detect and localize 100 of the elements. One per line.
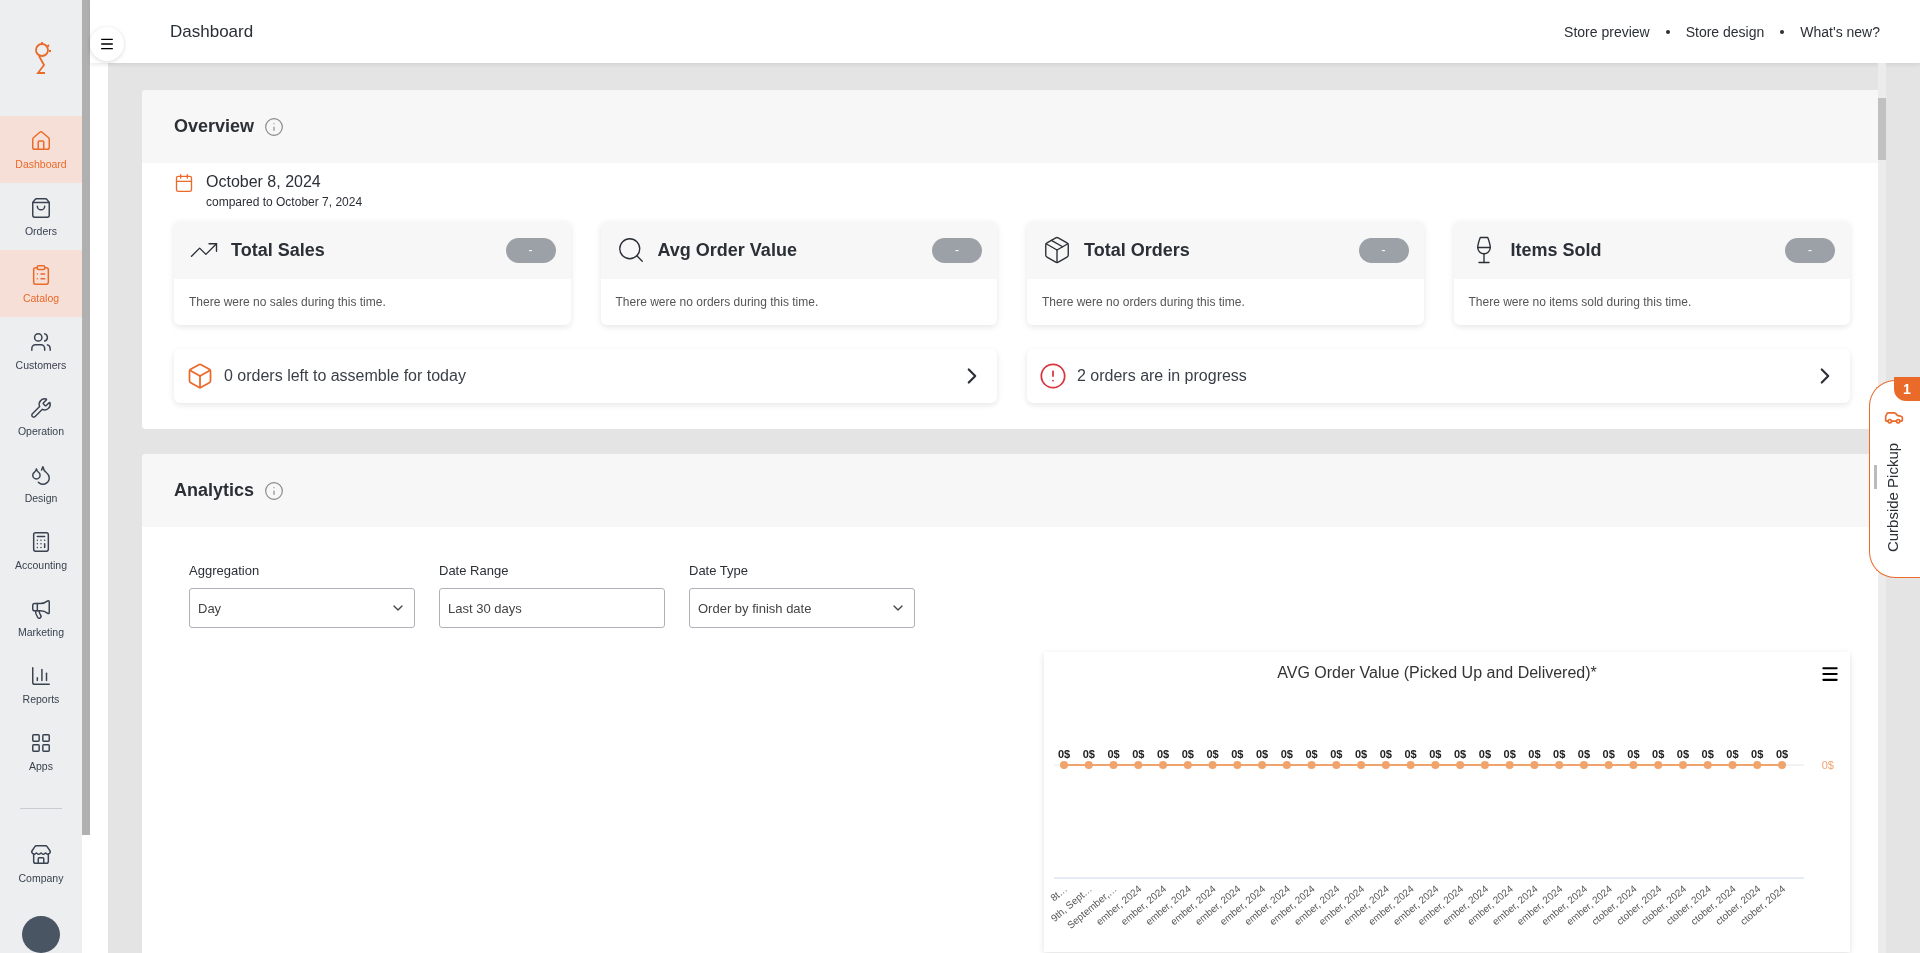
stat-badge: - xyxy=(505,237,556,263)
avatar[interactable] xyxy=(22,915,60,953)
droplets-icon xyxy=(30,464,52,487)
data-label: 0$ xyxy=(1676,748,1690,760)
order-alert[interactable]: 0 orders left to assemble for today xyxy=(174,349,997,403)
data-point xyxy=(1629,761,1638,769)
count-badge: 1 xyxy=(1894,377,1920,401)
data-label: 0$ xyxy=(1379,748,1392,760)
data-label: 0$ xyxy=(1652,748,1665,760)
scrollbar-thumb[interactable] xyxy=(1878,98,1886,160)
data-label: 0$ xyxy=(1255,748,1269,760)
data-point xyxy=(1109,761,1118,769)
chart-menu-button[interactable] xyxy=(1820,664,1840,684)
filter-label: Aggregation xyxy=(189,563,261,578)
data-point xyxy=(1703,761,1712,769)
megaphone-icon xyxy=(30,598,52,621)
nav-item[interactable]: Marketing xyxy=(0,584,82,652)
info-icon[interactable] xyxy=(264,116,285,137)
data-label: 0$ xyxy=(1751,748,1764,760)
nav-item[interactable]: Accounting xyxy=(0,517,82,585)
alert-icon xyxy=(1039,362,1067,390)
data-label: 0$ xyxy=(1181,748,1194,760)
input-field[interactable]: Last 30 days xyxy=(439,588,665,628)
nav-item[interactable]: Apps xyxy=(0,718,82,786)
order-alert[interactable]: 2 orders are in progress xyxy=(1027,349,1850,403)
curbside-label: Curbside Pickup xyxy=(1883,441,1901,555)
data-label: 0$ xyxy=(1082,748,1095,760)
select-field[interactable]: Order by finish date xyxy=(689,588,915,628)
data-label: 0$ xyxy=(1280,748,1293,760)
stat-message: There were no sales during this time. xyxy=(188,294,387,311)
nav-item[interactable]: Operation xyxy=(0,384,82,451)
bag-icon xyxy=(30,196,52,219)
top-link[interactable]: What's new? xyxy=(1800,23,1880,40)
data-point xyxy=(1282,761,1291,769)
filter-label: Date Range xyxy=(439,563,510,578)
stat-message: There were no items sold during this time. xyxy=(1467,294,1693,311)
data-label: 0$ xyxy=(1057,748,1071,760)
data-point xyxy=(1654,761,1663,769)
stat-message: There were no orders during this time. xyxy=(1041,294,1246,311)
stat-title: Total Orders xyxy=(1084,239,1191,261)
data-label: 0$ xyxy=(1107,748,1120,760)
data-point xyxy=(1208,761,1217,769)
data-point xyxy=(1431,761,1440,769)
scrollbar[interactable] xyxy=(82,0,90,835)
package-icon xyxy=(1042,235,1072,265)
data-label: 0$ xyxy=(1355,748,1368,760)
data-label: 0$ xyxy=(1577,748,1591,760)
data-label: 0$ xyxy=(1627,748,1640,760)
people-icon xyxy=(30,330,52,353)
data-label: 0$ xyxy=(1503,748,1516,760)
section-title: Analytics xyxy=(174,480,255,501)
data-point xyxy=(1530,761,1539,769)
data-point xyxy=(1456,761,1465,769)
data-label: 0$ xyxy=(1701,748,1714,760)
data-label: 0$ xyxy=(1330,748,1343,760)
wrench-icon xyxy=(30,397,52,420)
date-text: October 8, 2024 xyxy=(206,173,322,191)
data-point xyxy=(1060,761,1068,769)
calendar-icon xyxy=(174,173,194,193)
data-label: 0$ xyxy=(1305,748,1318,760)
info-icon[interactable] xyxy=(264,480,285,501)
data-point xyxy=(1753,761,1762,769)
page-title: Dashboard xyxy=(170,21,254,42)
data-label: 0$ xyxy=(1553,748,1566,760)
data-point xyxy=(1258,761,1267,769)
data-label: 0$ xyxy=(1156,748,1170,760)
top-link[interactable]: Store design xyxy=(1685,23,1765,40)
menu-icon xyxy=(99,36,115,52)
nav-item[interactable]: Design xyxy=(0,450,82,518)
data-label: 0$ xyxy=(1478,748,1491,760)
stat-badge: - xyxy=(1785,237,1835,263)
data-label: 0$ xyxy=(1775,748,1789,760)
data-label: 0$ xyxy=(1206,748,1219,760)
data-label: 0$ xyxy=(1429,748,1442,760)
nav-item[interactable]: Reports xyxy=(0,651,82,719)
data-label: 0$ xyxy=(1231,748,1244,760)
stat-title: Items Sold xyxy=(1510,239,1603,261)
data-point xyxy=(1778,761,1786,769)
data-point xyxy=(1555,761,1564,769)
data-label: 0$ xyxy=(1454,748,1467,760)
select-field[interactable]: Day xyxy=(189,588,415,628)
top-link[interactable]: Store preview xyxy=(1564,23,1650,40)
chart-title: AVG Order Value (Picked Up and Delivered)* xyxy=(1277,664,1597,681)
data-label: 0$ xyxy=(1528,748,1541,760)
data-point xyxy=(1505,761,1514,769)
data-point xyxy=(1332,761,1341,769)
nav-item[interactable]: Customers xyxy=(0,317,82,384)
data-point xyxy=(1159,761,1168,769)
curbside-tab[interactable]: 1 Curbside Pickup xyxy=(1869,380,1920,578)
nav-item[interactable]: Company xyxy=(0,830,82,898)
nav-item[interactable]: Orders xyxy=(0,183,82,251)
data-point xyxy=(1233,761,1242,769)
bar-chart-icon xyxy=(30,665,52,688)
box-icon xyxy=(186,362,214,390)
data-label: 0$ xyxy=(1404,748,1417,760)
data-point xyxy=(1357,761,1366,769)
data-point xyxy=(1307,761,1316,769)
data-point xyxy=(1406,761,1415,769)
data-point xyxy=(1381,761,1390,769)
stat-message: There were no orders during this time. xyxy=(614,294,820,311)
